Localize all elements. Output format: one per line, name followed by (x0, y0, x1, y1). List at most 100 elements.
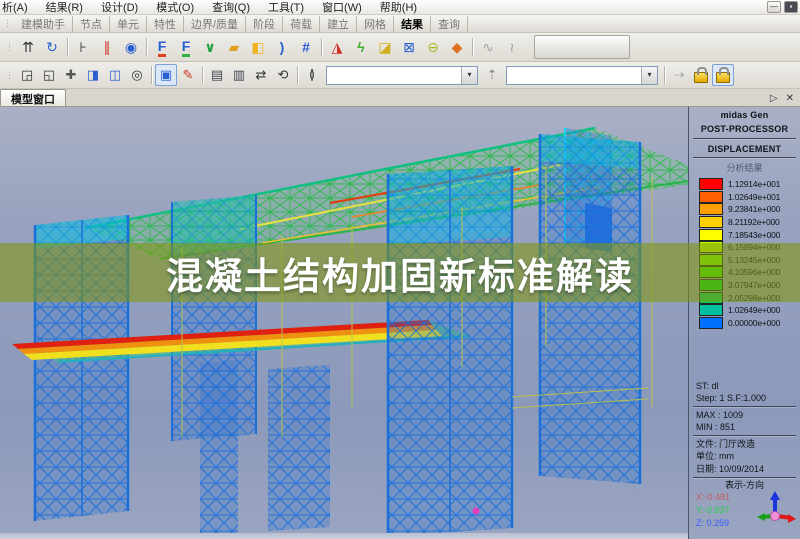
selection-toolbar: ⋮ ▾ ▾ (0, 62, 800, 89)
close-icon[interactable]: ✕ (786, 93, 794, 104)
toolbar-empty-panel (534, 35, 630, 59)
legend-row: 8.21192e+000 (699, 216, 800, 229)
menu-item-analysis[interactable]: 析(A) (0, 0, 37, 15)
element-axis-icon[interactable] (397, 35, 421, 59)
result-type-label: DISPLACEMENT (689, 144, 800, 155)
menu-item-tools[interactable]: 工具(T) (259, 0, 313, 15)
mesh-icon[interactable] (294, 35, 318, 59)
stress-contour-icon[interactable] (246, 35, 270, 59)
wave-disabled-icon (476, 35, 500, 59)
select-group-icon[interactable] (126, 64, 148, 86)
chevron-down-icon[interactable]: ▾ (641, 67, 657, 84)
tab-stage[interactable]: 阶段 (245, 16, 282, 32)
activate-all-icon[interactable] (250, 64, 272, 86)
max-value: MAX : 1009 (689, 409, 800, 421)
walk-through-icon[interactable] (481, 64, 503, 86)
legend-row: 0.00000e+000 (699, 317, 800, 330)
toolbar-grip: ⋮ (2, 70, 16, 81)
legend-row: 9.23841e+000 (699, 203, 800, 216)
select-intersect-icon[interactable] (60, 64, 82, 86)
view-direction-label: 表示-方向 (689, 480, 800, 491)
solid-stress-3-icon[interactable] (373, 35, 397, 59)
deactivate-icon[interactable] (228, 64, 250, 86)
animation-icon[interactable] (119, 35, 143, 59)
post-processor-panel: midas Gen POST-PROCESSOR DISPLACEMENT 分析… (688, 107, 800, 539)
group-select-combo[interactable]: ▾ (326, 66, 478, 85)
center-tower (388, 166, 512, 536)
legend-row: 1.02649e+001 (699, 191, 800, 204)
origin-marker (473, 508, 480, 515)
menu-item-window[interactable]: 窗口(W) (313, 0, 371, 15)
min-value: MIN : 851 (689, 421, 800, 433)
zoom-window-icon[interactable] (155, 64, 177, 86)
model-viewport[interactable]: midas Gen POST-PROCESSOR DISPLACEMENT 分析… (0, 107, 800, 539)
menu-item-results[interactable]: 结果(R) (37, 0, 92, 15)
unselect-icon[interactable] (177, 64, 199, 86)
lock-active-icon[interactable] (712, 64, 734, 86)
tab-results[interactable]: 结果 (393, 16, 430, 32)
select-icon[interactable] (16, 64, 38, 86)
result-subtitle: 分析结果 (689, 163, 800, 174)
tab-node[interactable]: 节点 (72, 16, 109, 32)
divider (693, 157, 796, 158)
section-cut-icon[interactable] (270, 35, 294, 59)
maximize-icon[interactable]: ▪ (784, 1, 798, 13)
tab-property[interactable]: 特性 (146, 16, 183, 32)
menu-item-mode[interactable]: 模式(O) (147, 0, 203, 15)
legend-row: 7.18543e+000 (699, 228, 800, 241)
legend-value: 1.02649e+001 (728, 192, 780, 202)
named-view-icon[interactable] (301, 64, 323, 86)
tab-load[interactable]: 荷载 (282, 16, 319, 32)
tab-scroll-icon[interactable]: ▷ (770, 93, 778, 104)
select-volume-icon[interactable] (104, 64, 126, 86)
axis-triad-icon (753, 491, 797, 535)
menu-item-help[interactable]: 帮助(H) (371, 0, 426, 15)
tab-boundary-mass[interactable]: 边界/质量 (183, 16, 245, 32)
named-plane-combo[interactable]: ▾ (506, 66, 658, 85)
legend-value: 7.18543e+000 (728, 230, 780, 240)
tab-model-window[interactable]: 模型窗口 (0, 89, 66, 106)
structural-model-3d[interactable] (0, 107, 688, 539)
moment-diagram-icon[interactable] (198, 35, 222, 59)
beam-force-icon[interactable] (174, 35, 198, 59)
legend-row: 1.12914e+001 (699, 178, 800, 191)
chevron-down-icon[interactable]: ▾ (461, 67, 477, 84)
tab-element[interactable]: 单元 (109, 16, 146, 32)
legend-value: 0.00000e+000 (728, 318, 780, 328)
toolbar-separator (297, 66, 298, 84)
select-plane-icon[interactable] (82, 64, 104, 86)
menu-item-query[interactable]: 查询(Q) (203, 0, 259, 15)
layered-result-icon[interactable] (421, 35, 445, 59)
legend-color-swatch (699, 229, 723, 241)
activate-icon[interactable] (206, 64, 228, 86)
support-icon[interactable] (71, 35, 95, 59)
toolbar-separator (202, 66, 203, 84)
legend-color-swatch (699, 304, 723, 316)
load-case-label: ST: dl (689, 380, 800, 392)
combo-value (507, 67, 641, 84)
displacement-contour-icon[interactable] (40, 35, 64, 59)
tab-query[interactable]: 查询 (430, 16, 468, 32)
beam-stress-icon[interactable] (222, 35, 246, 59)
post-toolbar: ⋮ (0, 33, 800, 62)
beam-load-icon[interactable] (150, 35, 174, 59)
minimize-icon[interactable]: — (767, 1, 781, 13)
tab-build[interactable]: 建立 (319, 16, 356, 32)
deformed-shape-icon[interactable] (16, 35, 40, 59)
menu-item-design[interactable]: 设计(D) (92, 0, 147, 15)
solid-stress-1-icon[interactable] (325, 35, 349, 59)
reaction-force-icon[interactable] (95, 35, 119, 59)
toolbar-separator (664, 66, 665, 84)
divider (693, 435, 796, 436)
legend-color-swatch (699, 317, 723, 329)
solid-stress-2-icon[interactable] (349, 35, 373, 59)
solid-cube-icon[interactable] (445, 35, 469, 59)
toolbar-separator (472, 38, 473, 56)
view-direction-values: X:-0.481 Y:-0.837 Z: 0.259 (689, 491, 800, 539)
select-window-icon[interactable] (38, 64, 60, 86)
tab-mesh[interactable]: 网格 (356, 16, 393, 32)
divider (693, 138, 796, 139)
lock-icon[interactable] (690, 64, 712, 86)
tab-modeling-assistant[interactable]: 建模助手 (14, 16, 72, 32)
revert-active-icon[interactable] (272, 64, 294, 86)
